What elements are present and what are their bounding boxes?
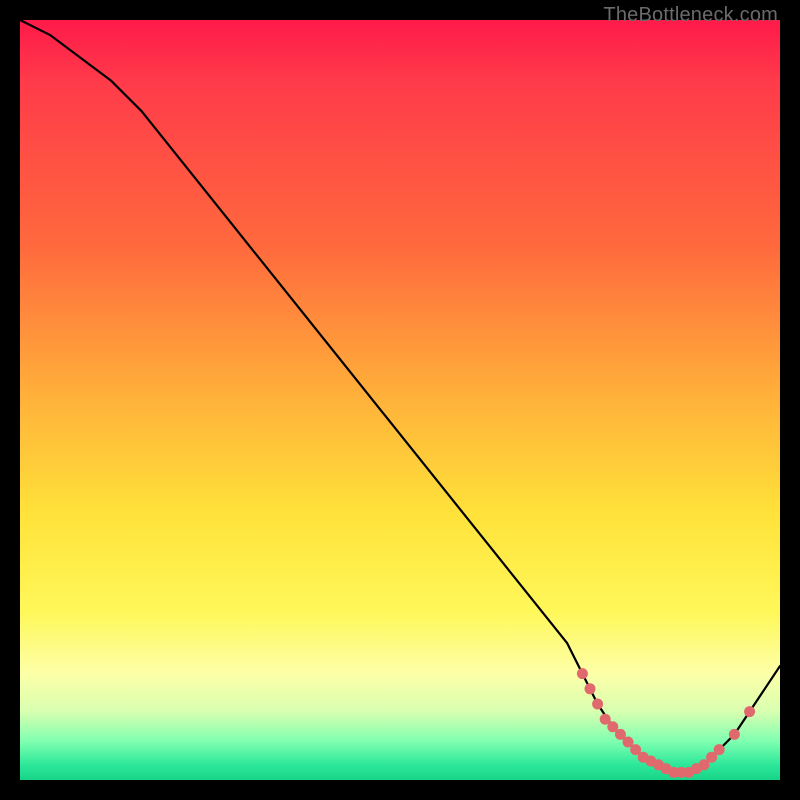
curve-layer	[20, 20, 780, 780]
highlight-dot	[729, 729, 740, 740]
chart-frame: TheBottleneck.com	[0, 0, 800, 800]
highlight-dot	[577, 668, 588, 679]
gradient-plot-area	[20, 20, 780, 780]
highlight-dot	[714, 744, 725, 755]
bottleneck-curve	[20, 20, 780, 772]
highlight-dot	[585, 683, 596, 694]
highlight-dot	[592, 699, 603, 710]
highlight-dot	[744, 706, 755, 717]
highlight-dots	[577, 668, 755, 778]
watermark-text: TheBottleneck.com	[603, 4, 778, 27]
